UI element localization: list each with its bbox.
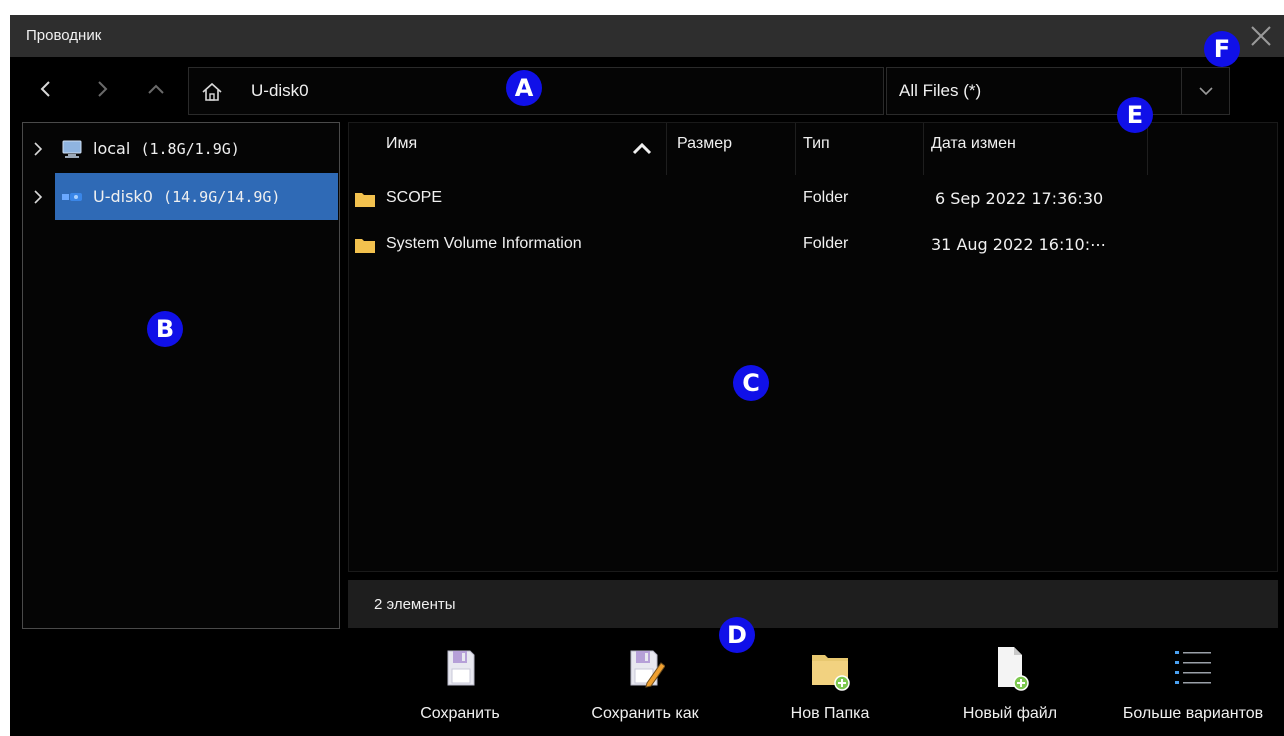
file-type-filter[interactable]: All Files (*) [886,67,1230,115]
forward-button[interactable] [86,73,118,105]
callout-a: A [506,70,542,106]
column-divider[interactable] [666,123,667,175]
column-header-type[interactable]: Тип [803,123,830,173]
file-list: Имя Размер Тип Дата измен SCOPE Folder 6… [348,122,1278,572]
computer-icon [62,140,82,158]
callout-e: E [1117,97,1153,133]
new-file-button[interactable]: Новый файл [945,643,1075,733]
usb-drive-icon [62,193,82,201]
up-button[interactable] [140,73,172,105]
chevron-up-icon [148,84,164,94]
storage-tree: local (1.8G/1.9G) U-disk0 (14.9G/14.9G) [22,122,340,629]
title-bar: Проводник [10,15,1284,57]
save-label: Сохранить [420,705,500,722]
sort-ascending-icon[interactable] [629,139,655,157]
column-divider[interactable] [923,123,924,175]
more-options-button[interactable]: Больше вариантов [1104,643,1282,733]
close-icon[interactable] [1246,21,1276,51]
expand-chevron-icon[interactable] [31,139,45,159]
folder-icon [355,193,375,207]
file-type: Folder [803,189,849,206]
column-divider[interactable] [1147,123,1148,175]
file-date: 31 Aug 2022 16:10:⋯ [931,235,1107,254]
list-icon [1175,651,1211,684]
file-date: 6 Sep 2022 17:36:30 [935,189,1104,208]
new-folder-label: Нов Папка [790,705,870,722]
filter-dropdown-button[interactable] [1181,68,1229,114]
more-options-label: Больше вариантов [1122,705,1264,722]
chevron-down-icon [1198,87,1213,96]
save-as-button[interactable]: Сохранить как [570,643,720,733]
tree-item-u-disk0[interactable]: U-disk0 (14.9G/14.9G) [23,173,339,221]
expand-chevron-icon[interactable] [31,187,45,207]
home-icon[interactable] [201,81,223,103]
new-file-icon [998,647,1029,691]
callout-d: D [719,617,755,653]
new-folder-icon [812,655,850,691]
file-row[interactable]: SCOPE Folder 6 Sep 2022 17:36:30 [349,176,1279,222]
new-file-label: Новый файл [962,705,1058,722]
column-header-name[interactable]: Имя [386,123,417,173]
column-divider[interactable] [795,123,796,175]
file-name: System Volume Information [386,235,582,252]
item-count: 2 элементы [374,596,456,613]
callout-b: B [147,311,183,347]
status-bar: 2 элементы [348,580,1278,628]
tree-item-size: (1.8G/1.9G) [140,140,240,158]
file-row[interactable]: System Volume Information Folder 31 Aug … [349,222,1279,268]
tree-item-label: U-disk0 (14.9G/14.9G) [93,187,281,206]
back-button[interactable] [30,73,62,105]
save-as-label: Сохранить как [591,705,699,722]
save-icon [447,650,475,686]
tree-item-local[interactable]: local (1.8G/1.9G) [23,125,339,173]
current-path: U-disk0 [251,81,309,100]
file-type: Folder [803,235,849,252]
column-header-size[interactable]: Размер [677,123,732,173]
tree-item-label: local (1.8G/1.9G) [93,139,240,158]
file-type-filter-value: All Files (*) [899,81,982,100]
tree-item-size: (14.9G/14.9G) [163,188,281,206]
folder-icon [355,239,375,253]
chevron-left-icon [40,81,50,97]
callout-c: C [733,365,769,401]
file-name: SCOPE [386,189,443,206]
new-folder-button[interactable]: Нов Папка [770,643,890,733]
file-explorer-window: Проводник U-disk0 All Files (*) local (1… [10,15,1284,736]
chevron-right-icon [98,81,108,97]
column-header-date[interactable]: Дата измен [931,123,1016,173]
save-as-icon [630,650,665,688]
window-title: Проводник [26,27,102,44]
callout-f: F [1204,31,1240,67]
save-button[interactable]: Сохранить [390,643,530,733]
